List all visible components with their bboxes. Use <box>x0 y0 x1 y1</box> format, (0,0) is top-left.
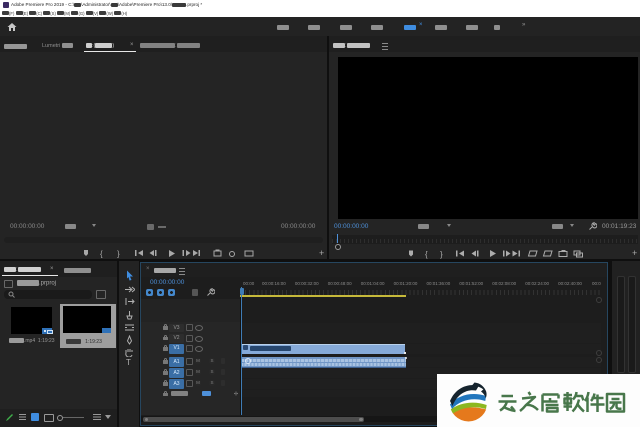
svg-text:}: } <box>440 250 443 259</box>
svg-text:}: } <box>117 250 120 259</box>
svg-text:{: { <box>425 250 428 259</box>
svg-text:{: { <box>100 250 103 259</box>
